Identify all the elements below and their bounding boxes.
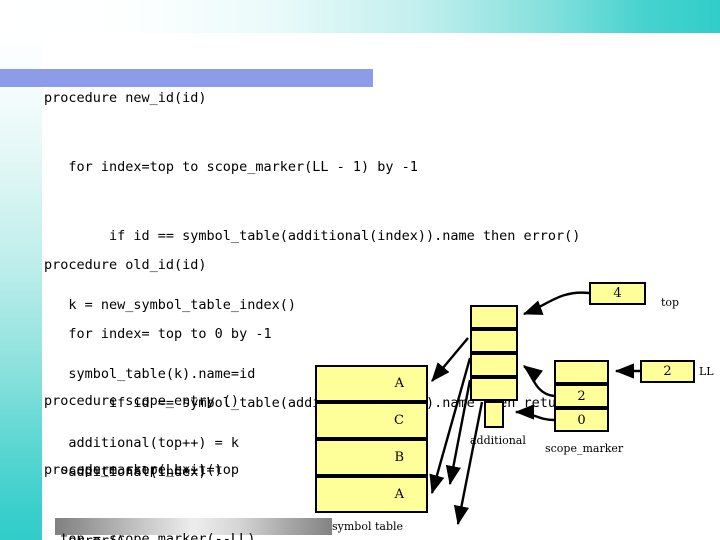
ll-pointer-label: LL xyxy=(699,365,714,378)
top-gradient-band xyxy=(0,0,720,33)
slide-canvas: procedure new_id(id) for index=top to sc… xyxy=(0,0,720,540)
top-pointer-box: 4 xyxy=(589,282,646,305)
code-line: procedure scope_entry () xyxy=(44,393,240,409)
additional-cell-2 xyxy=(470,353,518,377)
scope-marker-cell-1: 2 xyxy=(554,384,609,408)
additional-cell-0 xyxy=(470,305,518,329)
additional-cell-1 xyxy=(470,329,518,353)
additional-label: additional xyxy=(470,434,526,447)
symbol-table-cell-2: B xyxy=(315,439,428,476)
symbol-table-cell-1: C xyxy=(315,402,428,439)
code-line: top = scope_marker(--LL) xyxy=(44,531,256,540)
scope-marker-cell-2: 0 xyxy=(554,408,609,432)
symbol-table-label: symbol table xyxy=(332,520,404,533)
code-line: procedure new_id(id) xyxy=(44,90,207,106)
ll-pointer-box: 2 xyxy=(640,360,695,383)
additional-cell-3 xyxy=(470,377,518,401)
left-gradient-band xyxy=(0,33,42,540)
scope-marker-label: scope_marker xyxy=(545,442,624,455)
code-line: procedure scope_exit() xyxy=(44,462,223,478)
scope-marker-cell-0 xyxy=(554,360,609,384)
symbol-table-cell-3: A xyxy=(315,476,428,513)
code-line-highlighted: for index=top to scope_marker(LL - 1) by… xyxy=(44,159,418,175)
additional-stub xyxy=(484,401,504,428)
code-block-scope-exit: procedure scope_exit() top = scope_marke… xyxy=(44,413,255,540)
symbol-table-cell-0: A xyxy=(315,365,428,402)
top-pointer-label: top xyxy=(661,296,680,309)
code-line: procedure old_id(id) xyxy=(44,257,207,273)
